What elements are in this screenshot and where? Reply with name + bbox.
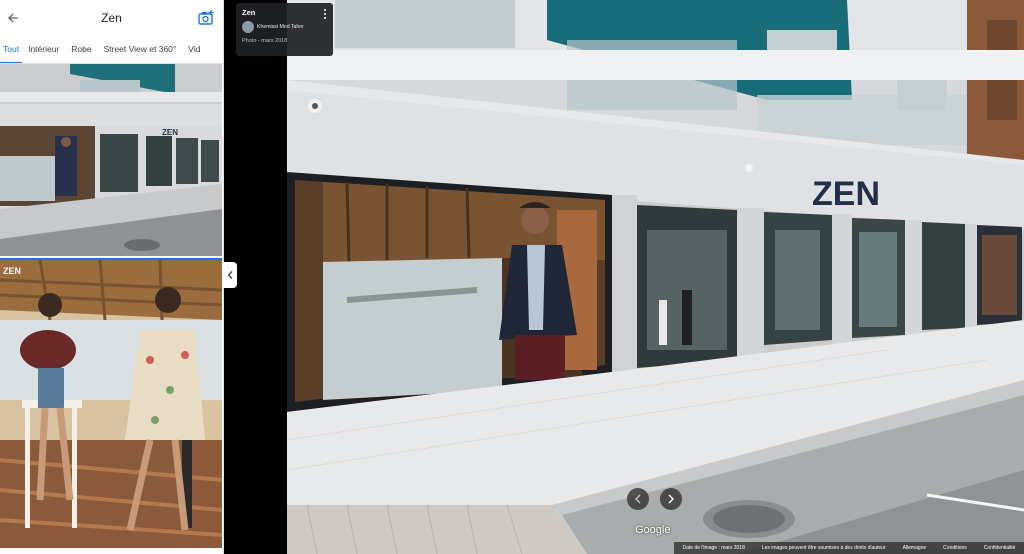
image-date: Date de l'image : mars 2018 <box>682 545 745 551</box>
photo-thumbnail-models[interactable]: ZEN <box>0 258 222 548</box>
svg-text:ZEN: ZEN <box>162 128 178 137</box>
terms-link[interactable]: Conditions <box>941 545 969 551</box>
camera-add-icon <box>198 10 214 25</box>
country-link[interactable]: Allemagne <box>901 545 929 551</box>
next-photo-button[interactable] <box>660 488 682 510</box>
chevron-left-icon <box>634 494 641 504</box>
tab-all[interactable]: Tout <box>0 36 23 63</box>
avatar <box>242 21 254 33</box>
google-logo: Google <box>635 524 671 536</box>
more-options-button[interactable] <box>321 8 329 20</box>
author-name: Khemissi Mnd Taher <box>257 24 304 30</box>
chevron-right-icon <box>668 494 675 504</box>
models-photo-image: ZEN <box>0 260 222 548</box>
tab-dress[interactable]: Robe <box>65 36 97 63</box>
tab-videos[interactable]: Vid <box>182 36 206 63</box>
chevron-left-icon <box>227 271 233 279</box>
back-button[interactable] <box>2 7 24 29</box>
place-title[interactable]: Zen <box>242 8 327 17</box>
photo-info-card: Zen Khemissi Mnd Taher Photo - mars 2018 <box>236 3 333 56</box>
maps-photo-viewer: Zen Tout Intérieur Robe Street View et 3… <box>0 0 1024 554</box>
storefront-photo: ZEN <box>287 0 1024 554</box>
main-photo-view[interactable]: ZEN <box>287 0 1024 554</box>
svg-text:ZEN: ZEN <box>812 175 880 213</box>
author-row[interactable]: Khemissi Mnd Taher <box>242 21 327 33</box>
add-photo-button[interactable] <box>197 9 215 27</box>
panel-header: Zen <box>0 0 223 36</box>
previous-photo-button[interactable] <box>627 488 649 510</box>
copyright-notice: Les images peuvent être soumises à des d… <box>761 545 886 551</box>
tab-interior[interactable]: Intérieur <box>22 36 65 63</box>
storefront-thumbnail-image: ZEN <box>0 64 222 256</box>
svg-text:ZEN: ZEN <box>3 266 21 276</box>
photo-thumbnail-storefront[interactable]: ZEN <box>0 64 222 256</box>
footer-bar: Date de l'image : mars 2018 Les images p… <box>674 542 1024 554</box>
tab-street-view[interactable]: Street View et 360° <box>98 36 183 63</box>
category-tabs: Tout Intérieur Robe Street View et 360° … <box>0 36 223 64</box>
photo-panel: Zen Tout Intérieur Robe Street View et 3… <box>0 0 224 554</box>
photo-date: Photo - mars 2018 <box>242 38 288 44</box>
privacy-link[interactable]: Confidentialité <box>982 545 1018 551</box>
page-title: Zen <box>101 11 122 25</box>
collapse-panel-button[interactable] <box>223 262 237 288</box>
more-vert-icon <box>324 9 326 11</box>
arrow-back-icon <box>8 13 18 23</box>
